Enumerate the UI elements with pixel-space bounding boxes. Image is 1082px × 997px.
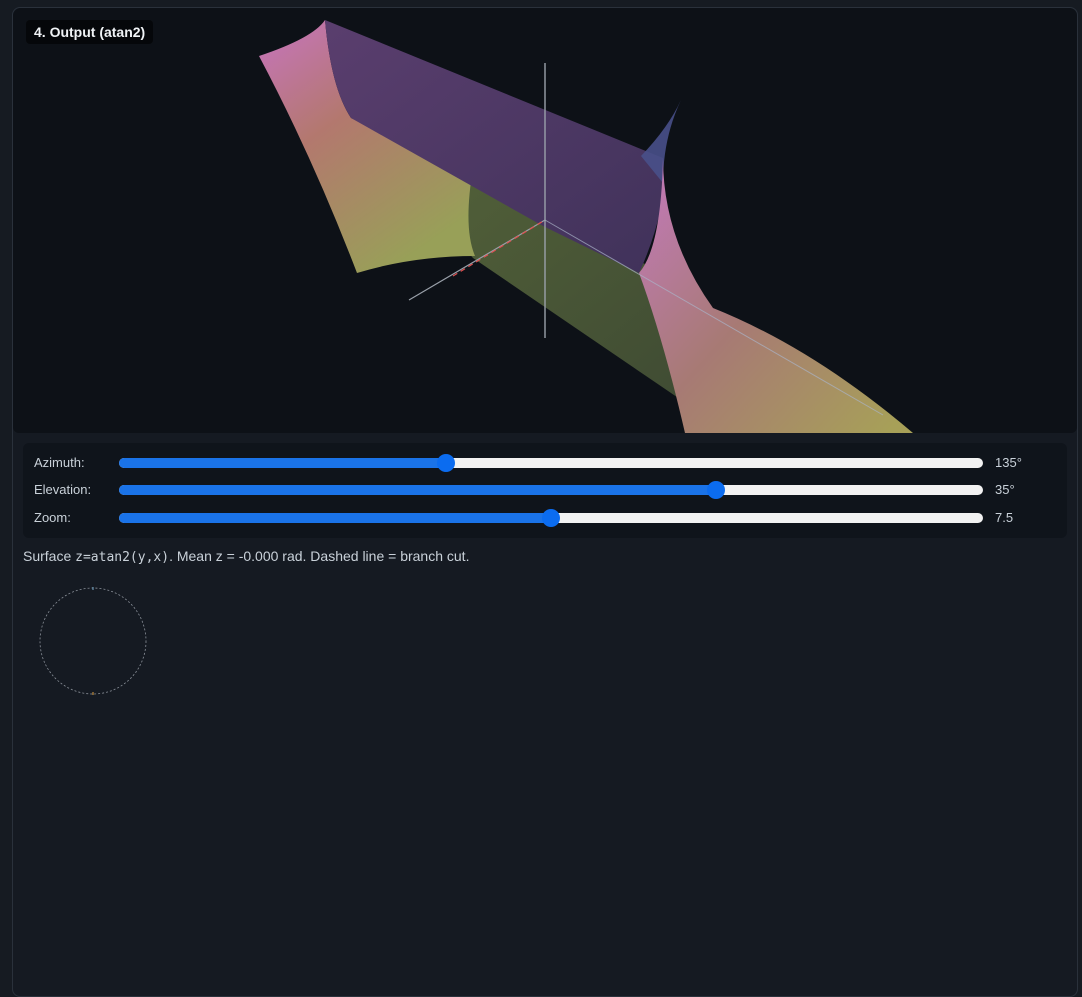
zoom-value: 7.5: [995, 510, 1014, 525]
zoom-label: Zoom:: [34, 510, 71, 525]
elevation-value: 35°: [995, 482, 1015, 497]
azimuth-slider[interactable]: [119, 454, 983, 472]
surface-info-text: Surface z=atan2(y,x). Mean z = -0.000 ra…: [23, 548, 469, 565]
info-prefix: Surface: [23, 548, 76, 564]
elevation-slider-fill: [119, 485, 716, 495]
info-suffix: . Mean z = -0.000 rad. Dashed line = bra…: [169, 548, 470, 564]
info-formula: z=atan2(y,x): [75, 550, 170, 565]
elevation-control: Elevation: 35°: [23, 480, 1067, 500]
elevation-slider[interactable]: [119, 481, 983, 499]
surface-sheet-right: [639, 158, 913, 433]
viewport-title: 4. Output (atan2): [26, 20, 154, 44]
gauge-circle: [39, 587, 147, 695]
3d-viewport[interactable]: 4. Output (atan2): [13, 8, 1077, 433]
zoom-slider-thumb[interactable]: [542, 509, 560, 527]
azimuth-label: Azimuth:: [34, 455, 85, 470]
atan2-surface-render: [259, 20, 913, 433]
angle-gauge: [39, 587, 147, 695]
elevation-slider-thumb[interactable]: [707, 481, 725, 499]
azimuth-value: 135°: [995, 455, 1022, 470]
azimuth-control: Azimuth: 135°: [23, 453, 1067, 473]
zoom-control: Zoom: 7.5: [23, 508, 1067, 528]
zoom-slider-fill: [119, 513, 551, 523]
output-panel: 4. Output (atan2) Azimuth: 135° Elevatio…: [12, 7, 1078, 997]
azimuth-slider-thumb[interactable]: [437, 454, 455, 472]
elevation-label: Elevation:: [34, 482, 92, 497]
zoom-slider[interactable]: [119, 509, 983, 527]
azimuth-slider-fill: [119, 458, 446, 468]
camera-controls: Azimuth: 135° Elevation: 35° Zoom: 7.5: [23, 443, 1067, 538]
